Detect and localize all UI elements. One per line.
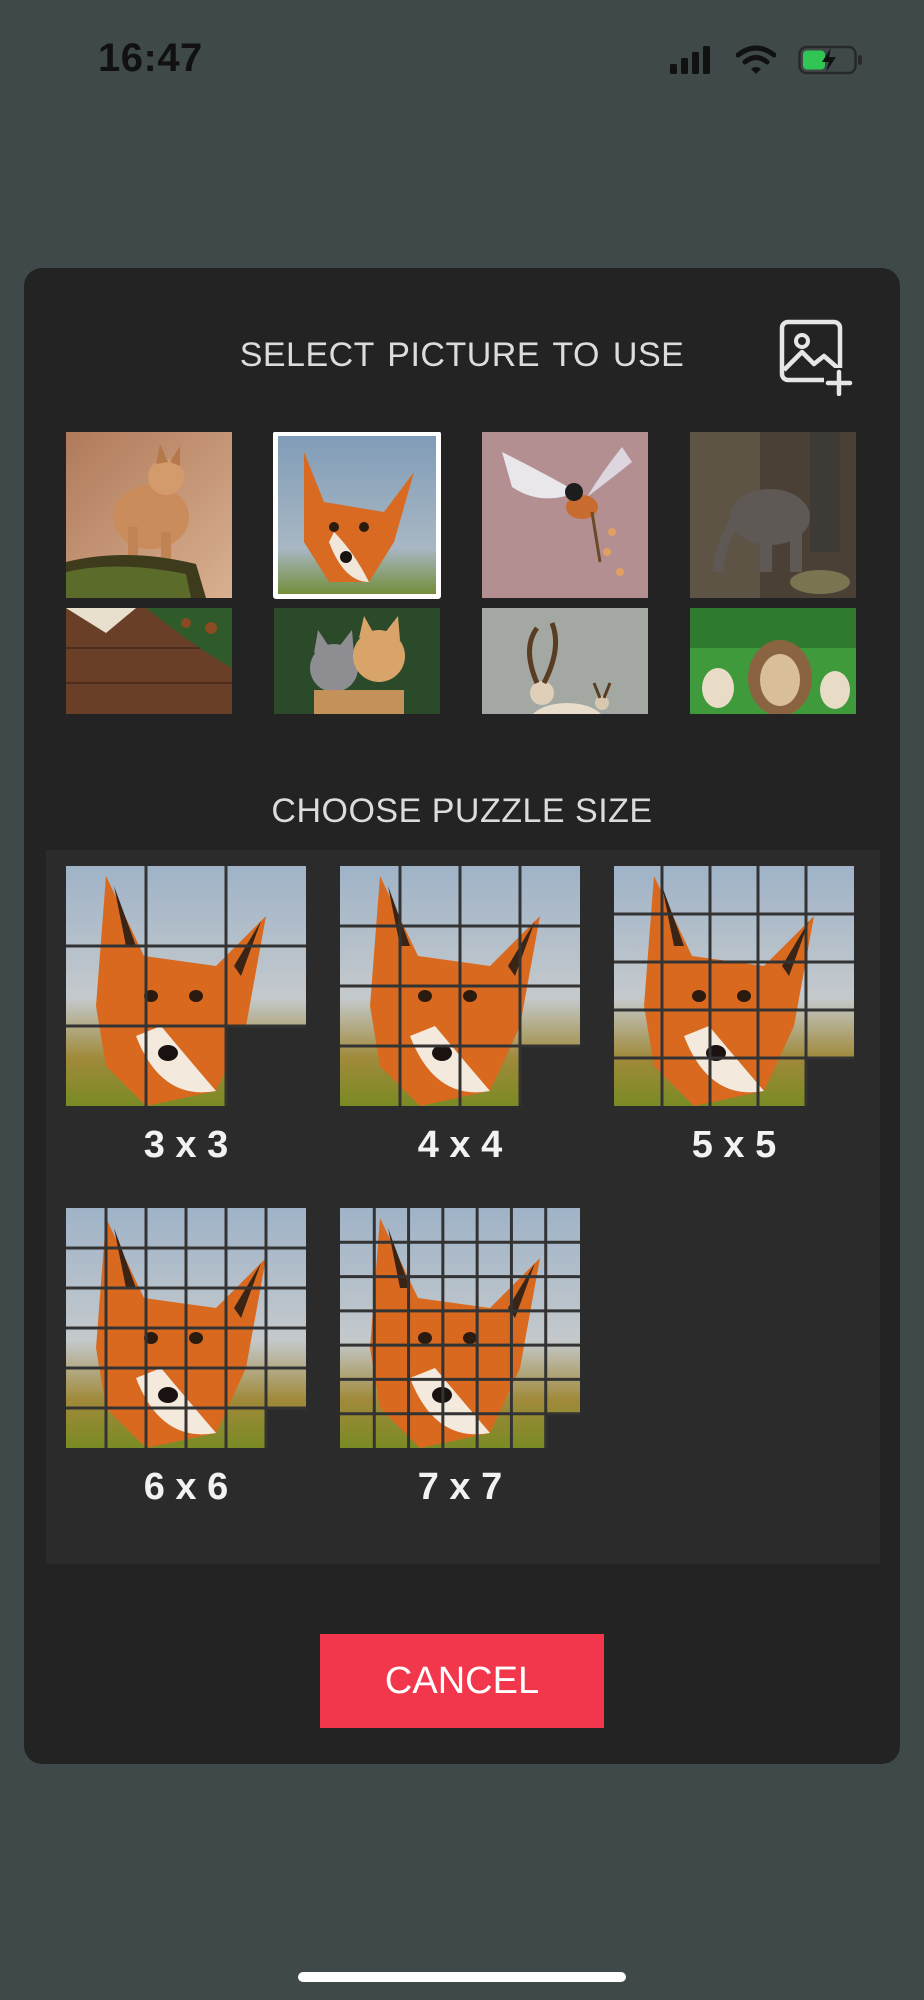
picture-elephant[interactable] xyxy=(690,432,856,598)
picture-wood-fir[interactable] xyxy=(66,608,232,714)
picture-lions[interactable] xyxy=(690,608,856,714)
status-icons xyxy=(670,44,864,76)
picture-kittens[interactable] xyxy=(274,608,440,714)
image-add-icon xyxy=(779,319,854,397)
size-option-7x7[interactable]: 7 x 7 xyxy=(340,1208,580,1508)
cancel-button[interactable]: CANCEL xyxy=(320,1634,604,1728)
size-label: 6 x 6 xyxy=(143,1466,229,1508)
status-time: 16:47 xyxy=(98,36,203,80)
size-option-5x5[interactable]: 5 x 5 xyxy=(614,866,854,1166)
size-label: 5 x 5 xyxy=(691,1124,777,1166)
select-picture-title: SELECT PICTURE TO USE xyxy=(239,336,685,374)
battery-charging-icon xyxy=(798,45,862,75)
size-option-6x6[interactable]: 6 x 6 xyxy=(66,1208,306,1508)
empty-slot xyxy=(266,1408,306,1448)
size-option-4x4[interactable]: 4 x 4 xyxy=(340,866,580,1166)
home-indicator[interactable] xyxy=(298,1972,626,1982)
picture-grid xyxy=(66,432,856,714)
puzzle-size-panel: 3 x 3 4 x 4 5 x 5 6 x 6 7 x 7 xyxy=(46,850,880,1564)
picture-deer[interactable] xyxy=(482,608,648,714)
picture-bird[interactable] xyxy=(482,432,648,598)
size-preview-3x3 xyxy=(66,866,306,1106)
size-preview-4x4 xyxy=(340,866,580,1106)
size-label: 3 x 3 xyxy=(143,1124,229,1166)
add-image-button[interactable] xyxy=(778,318,856,397)
size-option-3x3[interactable]: 3 x 3 xyxy=(66,866,306,1166)
picture-fox-portrait[interactable] xyxy=(273,432,441,599)
size-label: 7 x 7 xyxy=(417,1466,503,1508)
choose-size-title: CHOOSE PUZZLE SIZE xyxy=(271,792,653,830)
puzzle-setup-dialog: SELECT PICTURE TO USE CHOOSE PUZZLE SIZE… xyxy=(24,268,900,1764)
size-preview-7x7 xyxy=(340,1208,580,1448)
size-label: 4 x 4 xyxy=(417,1124,503,1166)
empty-slot xyxy=(226,1026,306,1106)
status-bar: 16:47 xyxy=(0,0,924,120)
empty-slot xyxy=(806,1058,854,1106)
size-preview-6x6 xyxy=(66,1208,306,1448)
picture-fox-cub[interactable] xyxy=(66,432,232,598)
wifi-icon xyxy=(736,45,776,74)
empty-slot xyxy=(545,1413,580,1448)
empty-slot xyxy=(520,1046,580,1106)
size-preview-5x5 xyxy=(614,866,854,1106)
signal-icon xyxy=(670,46,710,74)
